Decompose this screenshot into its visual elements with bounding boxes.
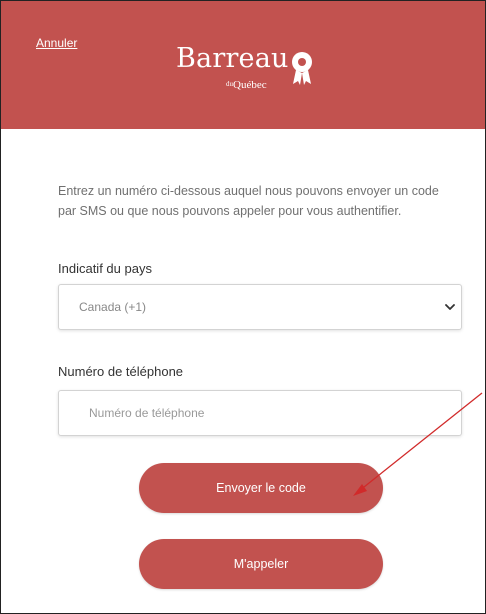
phone-number-input[interactable] [58, 390, 462, 436]
brand-logo: Barreau duQuébec [176, 43, 326, 103]
call-me-button[interactable]: M'appeler [139, 539, 383, 589]
country-code-select[interactable]: Canada (+1) [58, 284, 462, 330]
country-code-label: Indicatif du pays [58, 261, 152, 276]
barreau-seal-icon [292, 52, 312, 85]
brand-region: Québec [233, 79, 267, 91]
brand-subtitle: duQuébec [226, 79, 267, 91]
country-code-selected: Canada (+1) [79, 300, 147, 314]
chevron-down-icon [445, 304, 455, 310]
brand-name: Barreau [176, 43, 289, 74]
brand-prefix: du [226, 80, 233, 88]
auth-screen: Annuler Barreau duQuébec Entrez un numér… [0, 0, 486, 614]
cancel-link[interactable]: Annuler [36, 36, 77, 50]
header-bar: Annuler Barreau duQuébec [1, 1, 485, 129]
intro-text: Entrez un numéro ci-dessous auquel nous … [58, 184, 439, 218]
send-code-button[interactable]: Envoyer le code [139, 463, 383, 513]
phone-number-label: Numéro de téléphone [58, 364, 184, 379]
